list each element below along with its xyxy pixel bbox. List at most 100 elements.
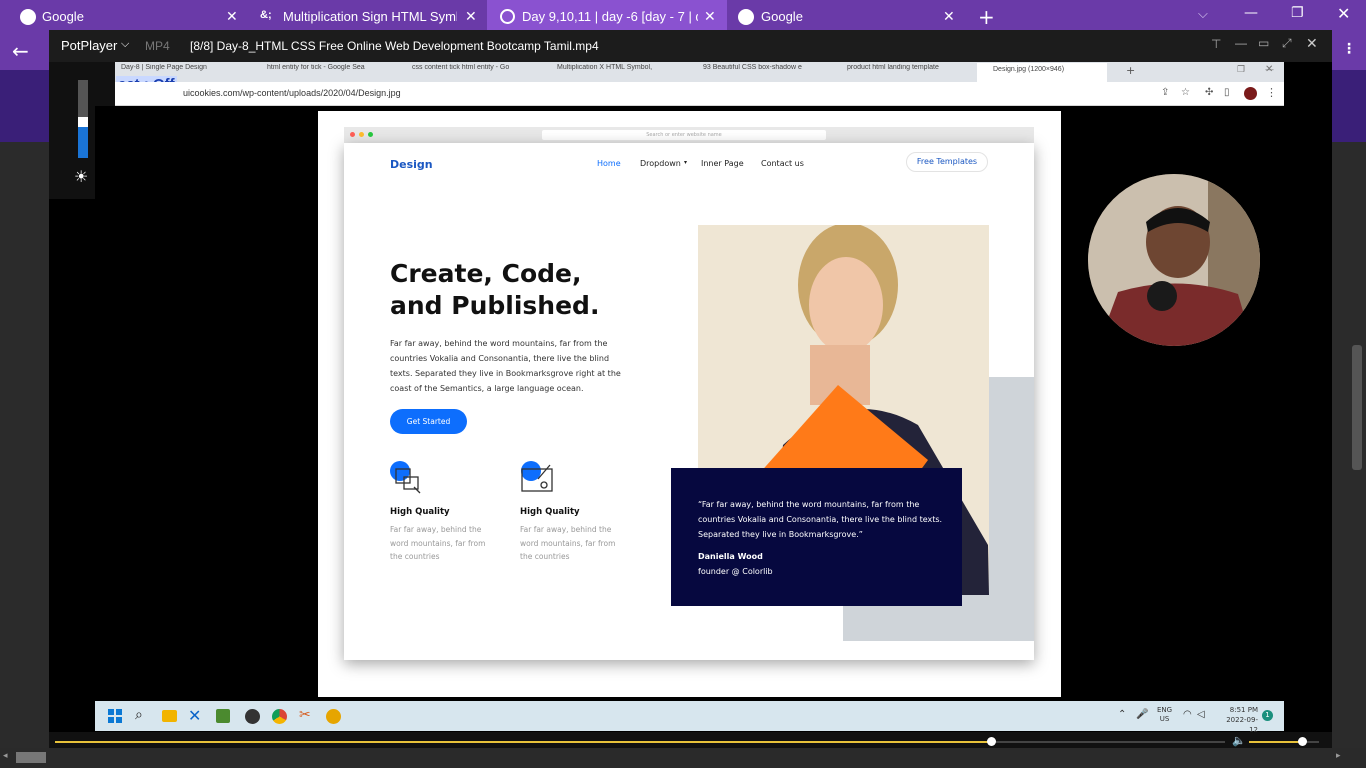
- page-header-strip: [0, 70, 49, 142]
- hero-title-line: Create, Code,: [390, 259, 582, 288]
- vscode-icon[interactable]: ✕: [188, 706, 201, 725]
- close-window-icon[interactable]: ✕: [1265, 64, 1273, 75]
- windows-taskbar: ⌕ ✕ ✂ ⌃ 🎤 ENG US ◠ ◁ 8:51 PM 2022-09-12 …: [95, 701, 1284, 734]
- outer-tab-3[interactable]: Day 9,10,11 | day -6 [day - 7 | day ✕: [487, 0, 727, 33]
- restore-icon[interactable]: ❐: [1237, 65, 1245, 75]
- windows-start-icon[interactable]: [108, 709, 122, 723]
- google-icon: [20, 9, 36, 25]
- outer-tab-strip: Google ✕ &; Multiplication Sign HTML Sym…: [0, 0, 1366, 33]
- inner-tab[interactable]: css content tick html entity - Go: [400, 64, 528, 82]
- outer-tab-2[interactable]: &; Multiplication Sign HTML Symbo ✕: [245, 0, 487, 33]
- volume-handle[interactable]: [1298, 737, 1308, 746]
- get-started-button[interactable]: Get Started: [390, 409, 467, 434]
- bottom-scrollbar[interactable]: ◂ ▸: [0, 748, 1366, 768]
- search-icon[interactable]: ⌕: [135, 707, 143, 723]
- site-logo[interactable]: Design: [390, 158, 433, 171]
- close-tab-icon[interactable]: ✕: [465, 8, 477, 25]
- new-tab-icon[interactable]: +: [1126, 64, 1135, 77]
- mock-search: Search or enter website name: [542, 130, 826, 140]
- wifi-icon[interactable]: ◠: [1183, 709, 1192, 720]
- clock[interactable]: 8:51 PM 2022-09-12: [1220, 705, 1258, 735]
- volume-level: [1249, 741, 1303, 743]
- chrome-icon[interactable]: [272, 709, 287, 724]
- testimonial-card: “Far far away, behind the word mountains…: [671, 468, 962, 606]
- outer-scrollbar-thumb[interactable]: [1352, 345, 1362, 470]
- testimonial-quote: “Far far away, behind the word mountains…: [698, 500, 943, 539]
- inner-tab[interactable]: 93 Beautiful CSS box-shadow e: [691, 64, 813, 82]
- close-window-icon[interactable]: ✕: [1337, 4, 1350, 23]
- new-tab-icon[interactable]: +: [978, 5, 995, 29]
- outer-tab-title: Google: [42, 9, 84, 24]
- snipping-tool-icon[interactable]: ✂: [299, 707, 311, 723]
- scrollbar-thumb[interactable]: [16, 752, 46, 763]
- potplayer-menu[interactable]: PotPlayer: [61, 38, 117, 53]
- webcam-overlay: [1088, 174, 1260, 346]
- inner-tab[interactable]: Multiplication X HTML Symbol,: [545, 64, 665, 82]
- outer-tab-title: Multiplication Sign HTML Symbo: [283, 9, 457, 24]
- microphone-icon[interactable]: 🎤: [1136, 709, 1148, 720]
- outer-tab-4[interactable]: Google ✕: [727, 0, 967, 33]
- extensions-icon[interactable]: ✣: [1205, 87, 1213, 98]
- scroll-right-icon[interactable]: ▸: [1336, 751, 1341, 761]
- file-explorer-icon[interactable]: [162, 710, 177, 722]
- language-code: ENG: [1157, 706, 1173, 714]
- fullscreen-icon[interactable]: ⤢: [1282, 36, 1292, 51]
- hero-title: Create, Code, and Published.: [390, 258, 599, 322]
- scroll-left-icon[interactable]: ◂: [3, 751, 8, 761]
- google-icon: [738, 9, 754, 25]
- seek-bar[interactable]: [55, 737, 1225, 746]
- close-tab-icon[interactable]: ✕: [226, 8, 238, 25]
- video-filename: [8/8] Day-8_HTML CSS Free Online Web Dev…: [190, 39, 599, 53]
- profile-avatar[interactable]: [1244, 87, 1257, 100]
- brightness-handle[interactable]: [78, 117, 88, 127]
- nav-home[interactable]: Home: [597, 159, 621, 168]
- inner-tab[interactable]: html entity for tick - Google Sea: [255, 64, 383, 82]
- close-icon[interactable]: ✕: [1306, 35, 1318, 52]
- seek-handle[interactable]: [987, 737, 996, 746]
- tab-search-icon[interactable]: ⌵: [1198, 7, 1208, 22]
- language-indicator[interactable]: ENG US: [1157, 706, 1172, 724]
- star-icon[interactable]: ☆: [1181, 87, 1190, 98]
- globe-icon: [500, 9, 515, 24]
- minimize-icon[interactable]: —: [1235, 36, 1247, 50]
- potplayer-taskbar-icon[interactable]: [326, 709, 341, 724]
- pin-icon[interactable]: ⊤: [1211, 37, 1221, 51]
- share-icon[interactable]: ⇪: [1161, 87, 1169, 98]
- speaker-icon[interactable]: ◁: [1197, 709, 1205, 720]
- inner-tab[interactable]: product html landing template: [835, 64, 965, 82]
- url-field[interactable]: uicookies.com/wp-content/uploads/2020/04…: [183, 88, 401, 98]
- format-label: MP4: [145, 39, 170, 53]
- minimize-icon[interactable]: —: [1244, 5, 1258, 21]
- clock-time: 8:51 PM: [1229, 706, 1258, 714]
- mock-browser-bar: Search or enter website name: [344, 127, 1034, 143]
- potplayer-titlebar: PotPlayer ⌵ MP4 [8/8] Day-8_HTML CSS Fre…: [49, 30, 1332, 62]
- mock-close-dot: [350, 132, 355, 137]
- volume-bar[interactable]: [1249, 737, 1319, 746]
- close-tab-icon[interactable]: ✕: [704, 8, 716, 25]
- notification-badge[interactable]: 1: [1262, 710, 1273, 721]
- nav-inner-page[interactable]: Inner Page: [701, 159, 744, 168]
- close-tab-icon[interactable]: ✕: [943, 8, 955, 25]
- sidebar-icon[interactable]: ▯: [1224, 87, 1230, 98]
- back-icon[interactable]: ←: [12, 39, 29, 63]
- design-tool-icon: [390, 461, 421, 494]
- maximize-icon[interactable]: ▭: [1258, 36, 1269, 50]
- feature-card: High Quality Far far away, behind the wo…: [520, 461, 640, 571]
- inner-address-bar: uicookies.com/wp-content/uploads/2020/04…: [115, 82, 1284, 106]
- obs-icon[interactable]: [245, 709, 260, 724]
- outer-tab-1[interactable]: Google ✕: [0, 0, 245, 33]
- hero-text: Far far away, behind the word mountains,…: [390, 339, 621, 393]
- notepad-icon[interactable]: [216, 709, 230, 723]
- free-templates-button[interactable]: Free Templates: [906, 152, 988, 172]
- chevron-down-icon[interactable]: ⌵: [121, 38, 129, 51]
- volume-icon[interactable]: 🔈: [1232, 734, 1246, 747]
- menu-icon[interactable]: ⋮: [1342, 41, 1356, 57]
- inner-tab-active[interactable]: Design.jpg (1200×946): [977, 63, 1107, 82]
- nav-contact[interactable]: Contact us: [761, 159, 804, 168]
- mock-min-dot: [359, 132, 364, 137]
- menu-icon[interactable]: ⋮: [1266, 86, 1277, 99]
- restore-icon[interactable]: ❐: [1291, 5, 1304, 21]
- nav-dropdown[interactable]: Dropdown: [640, 159, 681, 168]
- brightness-fill: [78, 127, 88, 158]
- chevron-up-icon[interactable]: ⌃: [1118, 709, 1126, 720]
